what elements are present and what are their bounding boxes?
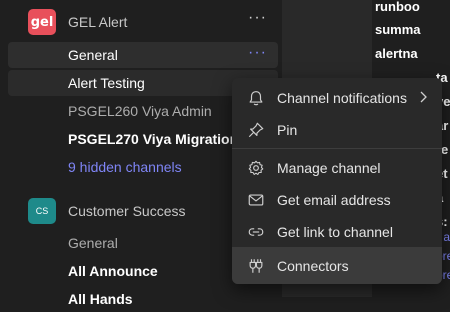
connector-icon [249,259,263,273]
menu-divider [232,148,442,149]
channel-more-options-icon[interactable]: ··· [248,44,267,62]
channel-general[interactable]: General ··· [8,42,278,68]
menu-item-connectors[interactable]: Connectors [232,247,442,284]
menu-item-label: Get email address [277,192,391,208]
channel-label: PSGEL260 Viya Admin [68,103,212,119]
team-name: GEL Alert [68,14,128,30]
menu-item-get-link-to-channel[interactable]: Get link to channel [232,215,442,247]
menu-item-channel-notifications[interactable]: Channel notifications [232,81,442,113]
channel-label: General [68,235,118,251]
message-text: alertna [375,46,418,61]
link-icon [248,228,264,236]
message-text: runboo [375,0,420,14]
channel-context-menu: Channel notifications Pin Manage channel… [232,78,442,284]
channel-label: PSGEL270 Viya Migration [68,131,239,147]
team-avatar-cs: CS [28,198,56,224]
channel-label: General [68,47,118,63]
team-avatar-gel: gel [28,9,56,35]
channel-label: All Hands [68,291,133,307]
hidden-channels-label: 9 hidden channels [68,159,182,175]
team-name: Customer Success [68,203,186,219]
pin-icon [248,122,264,138]
bell-icon [249,91,263,106]
channel-label: Alert Testing [68,75,145,91]
mail-icon [248,194,264,206]
menu-item-label: Connectors [277,258,349,274]
menu-item-label: Get link to channel [277,224,393,240]
team-gel-alert[interactable]: gel GEL Alert ··· [28,9,278,35]
menu-item-label: Pin [277,122,298,138]
menu-item-pin[interactable]: Pin [232,113,442,145]
menu-item-label: Manage channel [277,160,381,176]
message-text: summa [375,22,421,37]
gear-icon [248,160,264,176]
channel-label: All Announce [68,263,158,279]
chevron-right-icon [420,91,427,103]
channel-all-hands[interactable]: All Hands [8,286,278,312]
menu-item-get-email-address[interactable]: Get email address [232,183,442,215]
menu-item-manage-channel[interactable]: Manage channel [232,151,442,183]
team-avatar-text: CS [35,206,49,216]
team-more-options-icon[interactable]: ··· [248,9,267,27]
team-avatar-text: gel [30,14,54,30]
menu-item-label: Channel notifications [277,90,407,106]
